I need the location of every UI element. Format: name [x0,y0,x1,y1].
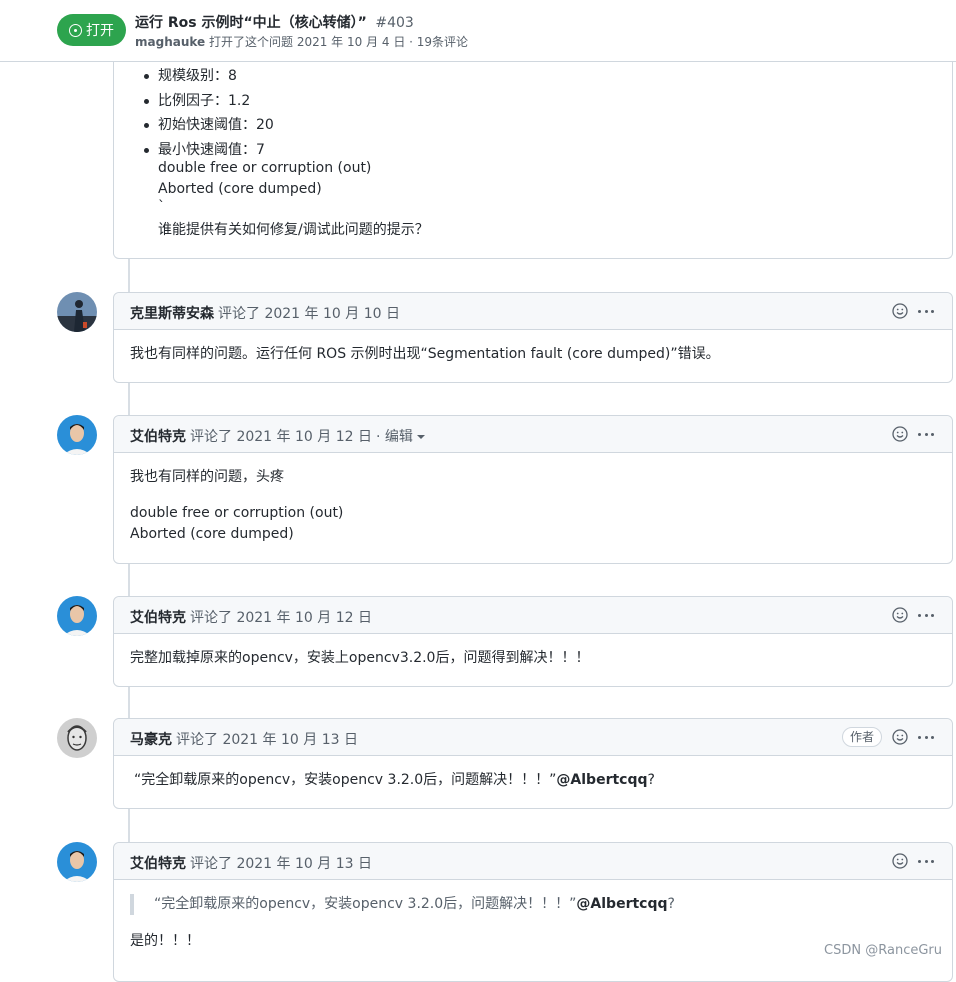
avatar[interactable] [57,718,97,758]
issue-meta: maghauke 打开了这个问题 2021 年 10 月 4 日 · 19条评论 [135,33,468,50]
smiley-icon[interactable] [892,303,908,319]
comment-header: 艾伯特克评论了 2021 年 10 月 13 日 [114,843,952,880]
first-comment-text: double free or corruption (out) Aborted … [158,158,429,241]
user-mention[interactable]: @Albertcqq [576,896,667,912]
issue-opened-icon [69,24,82,37]
comment: 克里斯蒂安森评论了 2021 年 10 月 10 日 我也有同样的问题。运行任何… [113,292,953,383]
comment-header: 艾伯特克评论了 2021 年 10 月 12 日· 编辑 [114,416,952,453]
edited-dropdown[interactable]: · 编辑 [376,429,413,445]
avatar[interactable] [57,415,97,455]
watermark: CSDN @RanceGru [824,943,942,958]
comment-body: 完整加载掉原来的opencv，安装上opencv3.2.0后，问题得到解决！！！ [130,648,936,684]
comment-header: 克里斯蒂安森评论了 2021 年 10 月 10 日 [114,293,952,330]
comment-meta: 艾伯特克评论了 2021 年 10 月 12 日· 编辑 [130,426,425,446]
list-item: 规模级别：8 [158,64,274,89]
avatar-photo-icon [57,718,97,758]
issue-number: #403 [375,15,413,31]
smiley-icon[interactable] [892,607,908,623]
kebab-menu-icon[interactable] [918,310,934,314]
comment-body: “完全卸载原来的opencv，安装opencv 3.2.0后，问题解决！！！”@… [134,770,936,806]
issue-state-label: 打开 [86,20,114,40]
author-badge: 作者 [842,727,882,747]
issue-author-link[interactable]: maghauke [135,35,205,49]
comment-body: “完全卸载原来的opencv，安装opencv 3.2.0后，问题解决！！！”@… [130,894,936,967]
comment-author[interactable]: 艾伯特克 [130,856,186,872]
comment-text-tail: ? [648,772,655,788]
issue-meta-text: 打开了这个问题 2021 年 10 月 4 日 · 19条评论 [209,35,468,49]
issue-state-open-badge[interactable]: 打开 [57,14,126,46]
avatar-photo-icon [57,292,97,332]
list-item: 比例因子：1.2 [158,89,274,114]
kebab-menu-icon[interactable] [918,614,934,618]
comment-timestamp[interactable]: 评论了 2021 年 10 月 13 日 [190,856,372,872]
comment-author[interactable]: 克里斯蒂安森 [130,306,214,322]
first-comment-body: 规模级别：8 比例因子：1.2 初始快速阈值：20 最小快速阈值：7 doubl… [113,50,953,259]
avatar[interactable] [57,842,97,882]
issue-title-row: 运行 Ros 示例时“中止（核心转储）” #403 [135,12,414,32]
comment: 马豪克评论了 2021 年 10 月 13 日 作者 “完全卸载原来的openc… [113,718,953,809]
kebab-menu-icon[interactable] [918,860,934,864]
avatar-photo-icon [57,415,97,455]
comment-timestamp[interactable]: 评论了 2021 年 10 月 12 日 [190,610,372,626]
comment-body: 我也有同样的问题。运行任何 ROS 示例时出现“Segmentation fau… [130,344,936,380]
comment-timestamp[interactable]: 评论了 2021 年 10 月 12 日 [190,429,372,445]
comment-meta: 克里斯蒂安森评论了 2021 年 10 月 10 日 [130,303,400,323]
comment: 艾伯特克评论了 2021 年 10 月 12 日· 编辑 我也有同样的问题，头疼… [113,415,953,564]
quote-text: “完全卸载原来的opencv，安装opencv 3.2.0后，问题解决！！！” [134,772,556,788]
smiley-icon[interactable] [892,853,908,869]
blockquote: “完全卸载原来的opencv，安装opencv 3.2.0后，问题解决！！！”@… [130,894,936,915]
quote-text: “完全卸载原来的opencv，安装opencv 3.2.0后，问题解决！！！” [154,896,576,912]
comment-author[interactable]: 艾伯特克 [130,610,186,626]
issue-sticky-header: 打开 运行 Ros 示例时“中止（核心转储）” #403 maghauke 打开… [0,0,956,62]
comment: 艾伯特克评论了 2021 年 10 月 12 日 完整加载掉原来的opencv，… [113,596,953,687]
bullet-list: 规模级别：8 比例因子：1.2 初始快速阈值：20 最小快速阈值：7 [114,64,274,162]
comment-text: Aborted (core dumped) [130,524,936,545]
avatar[interactable] [57,292,97,332]
comment: 艾伯特克评论了 2021 年 10 月 13 日 “完全卸载原来的opencv，… [113,842,953,982]
smiley-icon[interactable] [892,729,908,745]
text-line: ` [158,200,429,214]
comment-meta: 艾伯特克评论了 2021 年 10 月 13 日 [130,853,372,873]
comment-text: “完全卸载原来的opencv，安装opencv 3.2.0后，问题解决！！！”@… [134,770,936,791]
comment-body: 我也有同样的问题，头疼 double free or corruption (o… [130,467,936,545]
text-line: 谁能提供有关如何修复/调试此问题的提示？ [158,220,429,241]
avatar-photo-icon [57,842,97,882]
comment-timestamp[interactable]: 评论了 2021 年 10 月 10 日 [218,306,400,322]
avatar-photo-icon [57,596,97,636]
comment-text: 是的！！！ [130,931,936,952]
text-line: double free or corruption (out) [158,158,429,179]
comment-header: 艾伯特克评论了 2021 年 10 月 12 日 [114,597,952,634]
issue-title[interactable]: 运行 Ros 示例时“中止（核心转储）” [135,15,367,31]
comment-author[interactable]: 马豪克 [130,732,172,748]
list-item: 初始快速阈值：20 [158,113,274,138]
comment-text: 我也有同样的问题，头疼 [130,467,936,488]
comment-meta: 艾伯特克评论了 2021 年 10 月 12 日 [130,607,372,627]
user-mention[interactable]: @Albertcqq [556,772,647,788]
comment-text: 完整加载掉原来的opencv，安装上opencv3.2.0后，问题得到解决！！！ [130,648,936,669]
kebab-menu-icon[interactable] [918,433,934,437]
comment-header: 马豪克评论了 2021 年 10 月 13 日 作者 [114,719,952,756]
comment-timestamp[interactable]: 评论了 2021 年 10 月 13 日 [176,732,358,748]
avatar[interactable] [57,596,97,636]
text-line: Aborted (core dumped) [158,179,429,200]
comment-meta: 马豪克评论了 2021 年 10 月 13 日 [130,729,358,749]
quote-tail: ? [668,896,675,912]
caret-down-icon[interactable] [417,435,425,439]
comment-text: double free or corruption (out) [130,503,936,524]
smiley-icon[interactable] [892,426,908,442]
kebab-menu-icon[interactable] [918,736,934,740]
comment-author[interactable]: 艾伯特克 [130,429,186,445]
comment-text: 我也有同样的问题。运行任何 ROS 示例时出现“Segmentation fau… [130,344,936,365]
